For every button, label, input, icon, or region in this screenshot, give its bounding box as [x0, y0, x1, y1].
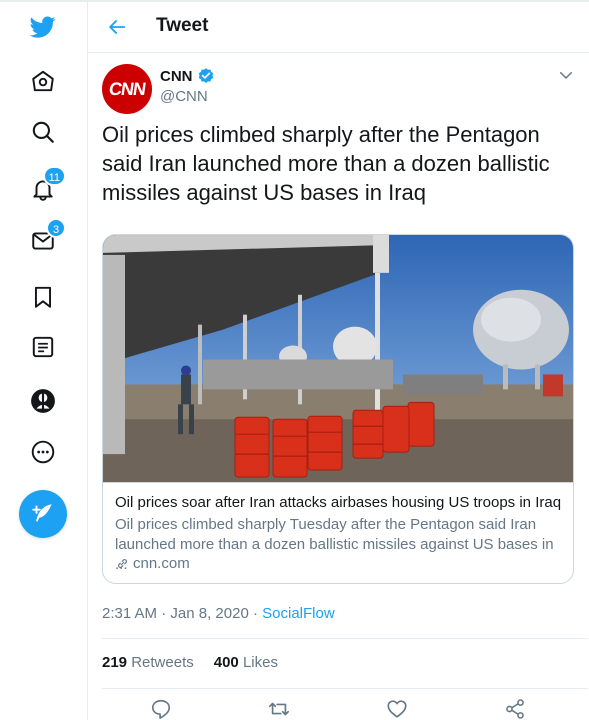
tweet-actions: [88, 698, 589, 720]
messages-icon[interactable]: 3: [26, 218, 66, 258]
compose-feather-icon: [32, 504, 52, 522]
retweets-count: 219: [102, 654, 128, 671]
sidebar-nav: 11 3: [0, 0, 88, 720]
more-icon[interactable]: [26, 435, 60, 469]
arrow-left-icon: [109, 20, 126, 34]
meta-separator: ·: [161, 605, 167, 622]
card-domain: cnn.com: [133, 555, 190, 572]
author-avatar[interactable]: CNN: [102, 64, 152, 114]
retweets-stat[interactable]: 219 Retweets: [102, 654, 194, 671]
likes-label: Likes: [242, 654, 278, 671]
card-domain-row: cnn.com: [115, 555, 190, 572]
author-name-row[interactable]: CNN: [160, 67, 215, 85]
card-title: Oil prices soar after Iran attacks airba…: [115, 494, 562, 511]
verified-badge-icon: [198, 68, 213, 83]
lists-icon[interactable]: [26, 330, 60, 364]
likes-count: 400: [213, 654, 239, 671]
card-image-oil-facility: [103, 235, 573, 483]
tweet-detail-main: Tweet CNN CNN @CNN Oil prices climbed sh…: [88, 0, 589, 720]
meta-separator: ·: [252, 605, 258, 622]
explore-icon[interactable]: [26, 115, 60, 149]
compose-tweet-button[interactable]: [19, 490, 67, 538]
retweet-icon[interactable]: [268, 698, 290, 720]
twitter-logo-icon[interactable]: [26, 10, 60, 44]
retweets-label: Retweets: [131, 654, 194, 671]
reply-icon[interactable]: [150, 698, 172, 720]
chevron-down-icon[interactable]: [557, 66, 575, 84]
messages-badge: 3: [46, 218, 66, 238]
notifications-icon[interactable]: 11: [26, 166, 66, 206]
author-name[interactable]: CNN: [160, 68, 193, 85]
avatar-logo-text: CNN: [107, 78, 147, 99]
tweet-meta: 2:31 AM · Jan 8, 2020 · SocialFlow: [102, 605, 335, 622]
like-heart-icon[interactable]: [386, 698, 408, 720]
link-preview-card[interactable]: Oil prices soar after Iran attacks airba…: [102, 234, 574, 584]
notifications-badge: 11: [42, 166, 66, 186]
bookmarks-icon[interactable]: [26, 280, 60, 314]
link-icon: [118, 559, 127, 568]
share-icon[interactable]: [504, 698, 526, 720]
home-icon[interactable]: [26, 64, 60, 98]
tweet-source-link[interactable]: SocialFlow: [262, 605, 335, 622]
page-title: Tweet: [156, 15, 209, 36]
divider: [102, 688, 588, 689]
divider: [102, 638, 588, 639]
profile-avatar-icon[interactable]: [26, 384, 60, 418]
tweet-time[interactable]: 2:31 AM: [102, 605, 157, 622]
tweet-date[interactable]: Jan 8, 2020: [170, 605, 248, 622]
page-header: Tweet: [88, 0, 589, 53]
author-handle[interactable]: @CNN: [160, 88, 208, 105]
back-button[interactable]: [104, 14, 130, 40]
tweet-text: Oil prices climbed sharply after the Pen…: [102, 122, 550, 205]
likes-stat[interactable]: 400 Likes: [214, 654, 278, 671]
tweet-stats: 219 Retweets 400 Likes: [102, 654, 278, 671]
